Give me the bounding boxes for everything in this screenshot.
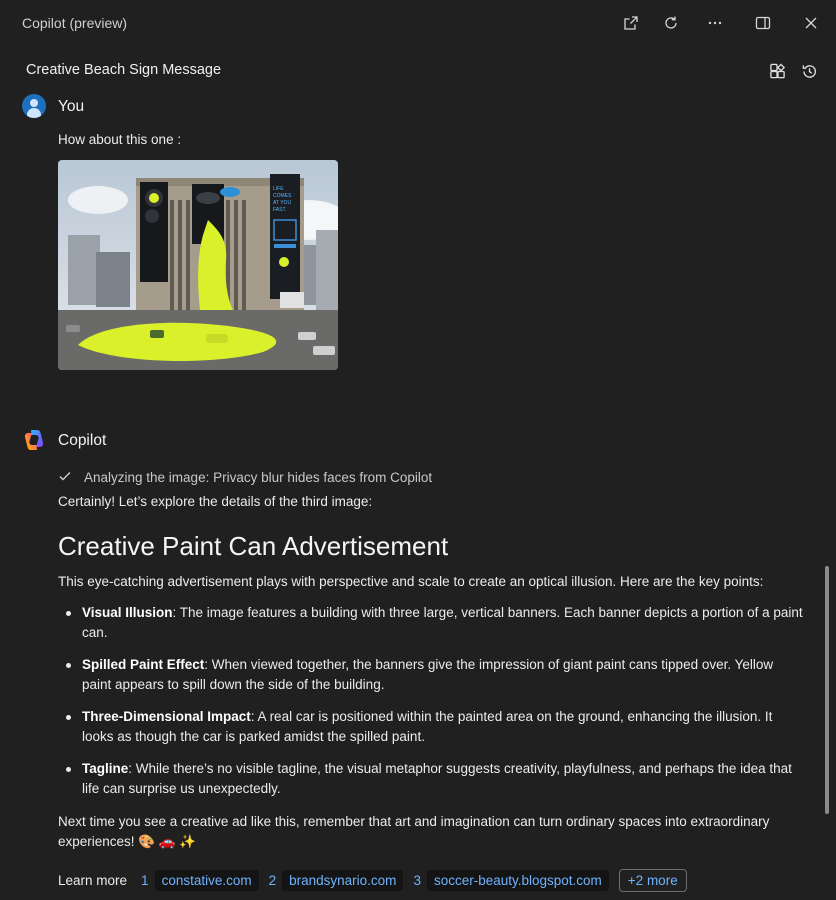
user-uploaded-image[interactable]: LIFE COMES AT YOU FAST.: [58, 160, 338, 370]
banner-tagline-line-2: COMES: [273, 193, 292, 199]
point-title: Tagline: [82, 761, 129, 776]
user-sender-name: You: [58, 98, 85, 115]
list-item: Tagline: While there’s no visible taglin…: [58, 759, 806, 799]
source-link-2[interactable]: 2 brandsynario.com: [268, 869, 404, 891]
point-title: Three-Dimensional Impact: [82, 709, 251, 724]
checkmark-icon: [59, 472, 71, 481]
point-title: Visual Illusion: [82, 605, 173, 620]
source-number: 1: [141, 872, 149, 888]
point-title: Spilled Paint Effect: [82, 657, 205, 672]
plugins-icon: [769, 62, 785, 78]
response-heading: Creative Paint Can Advertisement: [58, 531, 449, 561]
conversation-title: Creative Beach Sign Message: [26, 62, 222, 78]
open-in-new-window-button[interactable]: [619, 11, 643, 35]
list-item: Visual Illusion: The image features a bu…: [58, 603, 806, 643]
source-label: soccer-beauty.blogspot.com: [426, 869, 609, 891]
user-avatar: [22, 94, 46, 118]
history-button[interactable]: [797, 59, 821, 83]
source-number: 3: [413, 872, 421, 888]
user-message-text: How about this one :: [58, 132, 182, 147]
response-closing: Next time you see a creative ad like thi…: [58, 814, 770, 849]
response-lead: This eye-catching advertisement plays wi…: [58, 574, 764, 589]
source-link-1[interactable]: 1 constative.com: [141, 869, 259, 891]
key-points-list: Visual Illusion: The image features a bu…: [58, 603, 806, 811]
more-icon: [708, 21, 722, 25]
learn-more-row: Learn more 1 constative.com 2 brandsynar…: [58, 868, 687, 892]
app-title: Copilot (preview): [22, 15, 128, 31]
banner-tagline-line-4: FAST.: [273, 207, 286, 213]
plugins-button[interactable]: [765, 59, 789, 83]
learn-more-label: Learn more: [58, 872, 128, 888]
refresh-icon: [665, 16, 677, 29]
scrollbar-thumb[interactable]: [825, 566, 829, 814]
conversation-header: Creative Beach Sign Message: [0, 56, 836, 86]
list-item: Three-Dimensional Impact: A real car is …: [58, 707, 806, 747]
close-icon: [805, 17, 817, 29]
source-link-3[interactable]: 3 soccer-beauty.blogspot.com: [413, 869, 609, 891]
source-label: brandsynario.com: [282, 869, 404, 891]
more-options-button[interactable]: [703, 11, 727, 35]
open-in-new-window-icon: [624, 16, 638, 30]
refresh-button[interactable]: [659, 11, 683, 35]
banner-tagline-line-3: AT YOU: [273, 200, 291, 206]
point-text: : While there’s no visible tagline, the …: [82, 761, 792, 796]
more-sources-button[interactable]: +2 more: [618, 868, 687, 892]
close-button[interactable]: [799, 11, 823, 35]
response-intro: Certainly! Let’s explore the details of …: [58, 494, 373, 509]
history-icon: [802, 64, 816, 78]
point-text: : The image features a building with thr…: [82, 605, 803, 640]
analysis-status-text: Analyzing the image: Privacy blur hides …: [84, 470, 433, 485]
paint-can-advertisement-photo: LIFE COMES AT YOU FAST.: [58, 160, 338, 370]
copilot-sender-name: Copilot: [58, 432, 107, 449]
copilot-logo-icon: [22, 428, 46, 452]
banner-tagline-line-1: LIFE: [273, 186, 284, 192]
title-bar: Copilot (preview): [0, 0, 836, 46]
list-item: Spilled Paint Effect: When viewed togeth…: [58, 655, 806, 695]
source-number: 2: [268, 872, 277, 888]
side-panel-icon: [755, 16, 771, 30]
source-label: constative.com: [154, 869, 259, 891]
side-panel-button[interactable]: [751, 11, 775, 35]
